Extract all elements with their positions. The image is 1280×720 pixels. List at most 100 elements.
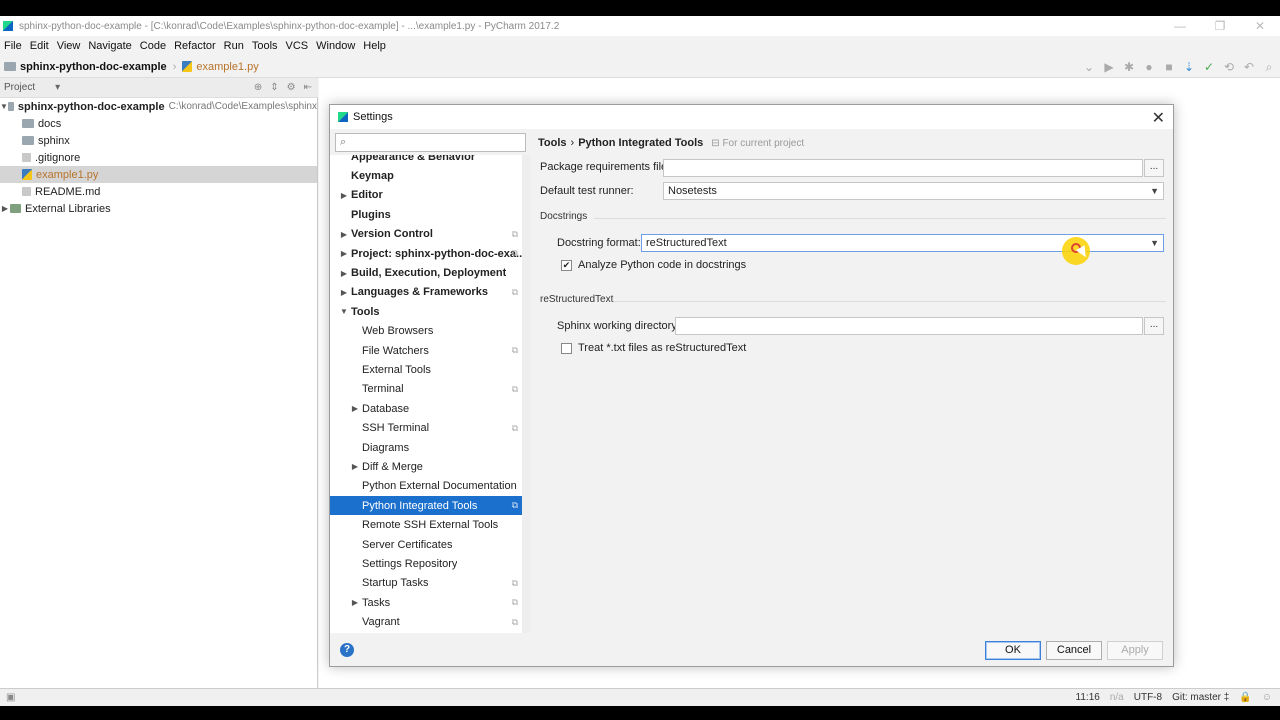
settings-tree-item[interactable]: ▶ Version Control ⧉	[330, 225, 530, 244]
treat-txt-checkbox[interactable]: Treat *.txt files as reStructuredText	[561, 342, 746, 354]
sphinx-dir-browse-button[interactable]: ...	[1144, 317, 1164, 335]
menu-run[interactable]: Run	[222, 40, 250, 52]
settings-tree-item[interactable]: Web Browsers	[330, 322, 530, 341]
chevron-down-icon[interactable]: ▾	[55, 82, 60, 93]
chevron-down-icon[interactable]: ▼	[337, 307, 351, 316]
close-icon[interactable]: ✕	[1152, 108, 1165, 128]
test-runner-select[interactable]: Nosetests ▼	[663, 182, 1164, 200]
menu-vcs[interactable]: VCS	[284, 40, 315, 52]
apply-button[interactable]: Apply	[1107, 641, 1163, 660]
settings-tree-item[interactable]: Startup Tasks ⧉	[330, 574, 530, 593]
settings-tree-item[interactable]: ▶ Editor	[330, 186, 530, 205]
analyze-docstrings-checkbox[interactable]: ✔ Analyze Python code in docstrings	[561, 259, 746, 271]
locate-icon[interactable]: ⊕	[254, 82, 262, 93]
settings-tree-item[interactable]: ▼ Tools	[330, 302, 530, 321]
project-panel-title[interactable]: Project	[4, 82, 35, 93]
settings-tree-item[interactable]: ▶ Diff & Merge	[330, 457, 530, 476]
vcs-history-icon[interactable]: ⟲	[1222, 60, 1236, 74]
vcs-commit-icon[interactable]: ✓	[1202, 60, 1216, 74]
settings-tree-item[interactable]: Plugins	[330, 205, 530, 224]
settings-tree-item[interactable]: ▶ Project: sphinx-python-doc-exa... ⧉	[330, 244, 530, 263]
settings-tree-item-label: Vagrant	[362, 616, 400, 629]
chevron-right-icon[interactable]: ▶	[337, 269, 351, 278]
settings-tree-item[interactable]: External Tools	[330, 360, 530, 379]
menu-edit[interactable]: Edit	[28, 40, 55, 52]
tool-windows-icon[interactable]: ▣	[6, 692, 15, 703]
nav-project[interactable]: sphinx-python-doc-example	[0, 61, 171, 73]
chevron-right-icon[interactable]: ▶	[348, 462, 362, 471]
maximize-button[interactable]: ❐	[1200, 16, 1240, 36]
search-everywhere-icon[interactable]: ⌕	[1262, 60, 1276, 74]
line-separator[interactable]: n/a	[1110, 692, 1124, 703]
menu-refactor[interactable]: Refactor	[172, 40, 222, 52]
settings-tree-item[interactable]: ▶ Database	[330, 399, 530, 418]
settings-tree-scrollbar[interactable]	[522, 155, 531, 633]
settings-tree-item[interactable]: ▶ Languages & Frameworks ⧉	[330, 283, 530, 302]
menu-tools[interactable]: Tools	[250, 40, 284, 52]
minimize-button[interactable]: —	[1160, 16, 1200, 36]
nav-file[interactable]: example1.py	[178, 61, 262, 73]
lock-icon[interactable]: 🔒	[1239, 692, 1251, 703]
project-scope-icon: ⊟	[711, 137, 720, 149]
run-config-dropdown-icon[interactable]: ⌄	[1082, 60, 1096, 74]
settings-tree-item[interactable]: ▶ Build, Execution, Deployment	[330, 263, 530, 282]
git-branch[interactable]: Git: master ‡	[1172, 692, 1229, 703]
ok-button[interactable]: OK	[985, 641, 1041, 660]
hide-icon[interactable]: ⇤	[304, 82, 312, 93]
settings-tree-item[interactable]: Python External Documentation	[330, 477, 530, 496]
file-encoding[interactable]: UTF-8	[1134, 692, 1162, 703]
debug-icon[interactable]: ✱	[1122, 60, 1136, 74]
tree-item-docs[interactable]: docs	[0, 115, 317, 132]
menu-help[interactable]: Help	[361, 40, 392, 52]
settings-tree-item[interactable]: ▶ Tasks ⧉	[330, 593, 530, 612]
menu-code[interactable]: Code	[138, 40, 172, 52]
settings-tree-item[interactable]: SSH Terminal ⧉	[330, 418, 530, 437]
gear-icon[interactable]: ⚙	[287, 82, 296, 93]
menu-file[interactable]: File	[2, 40, 28, 52]
settings-tree-item-label: Appearance & Behavior	[351, 155, 476, 163]
inspector-icon[interactable]: ☺	[1262, 692, 1272, 703]
settings-tree-item[interactable]: Settings Repository	[330, 554, 530, 573]
package-requirements-browse-button[interactable]: ...	[1144, 159, 1164, 177]
settings-tree-item[interactable]: File Watchers ⧉	[330, 341, 530, 360]
caret-position[interactable]: 11:16	[1076, 692, 1100, 703]
tree-item-example1[interactable]: example1.py	[0, 166, 317, 183]
settings-tree-item[interactable]: Terminal ⧉	[330, 380, 530, 399]
chevron-right-icon[interactable]: ▶	[337, 288, 351, 297]
chevron-right-icon[interactable]: ▶	[0, 204, 10, 213]
vcs-update-icon[interactable]: ⇣	[1182, 60, 1196, 74]
chevron-right-icon[interactable]: ▶	[337, 230, 351, 239]
chevron-right-icon[interactable]: ▶	[337, 191, 351, 200]
settings-tree-item[interactable]: Remote SSH External Tools	[330, 515, 530, 534]
menu-window[interactable]: Window	[314, 40, 361, 52]
tree-item-gitignore[interactable]: .gitignore	[0, 149, 317, 166]
collapse-icon[interactable]: ⇕	[270, 82, 278, 93]
run-icon[interactable]: ▶	[1102, 60, 1116, 74]
coverage-icon[interactable]: ●	[1142, 60, 1156, 74]
chevron-down-icon[interactable]: ▼	[0, 102, 8, 111]
settings-tree-item[interactable]: Python Integrated Tools ⧉	[330, 496, 530, 516]
settings-tree-item[interactable]: Diagrams	[330, 438, 530, 457]
sphinx-dir-input[interactable]	[675, 317, 1143, 335]
pycharm-icon	[3, 21, 13, 31]
settings-tree-item[interactable]: Vagrant ⧉	[330, 612, 530, 631]
package-requirements-input[interactable]	[663, 159, 1143, 177]
chevron-right-icon[interactable]: ▶	[348, 598, 362, 607]
chevron-right-icon[interactable]: ▶	[337, 249, 351, 258]
settings-tree-item[interactable]: Server Certificates	[330, 535, 530, 554]
settings-tree-item[interactable]: Appearance & Behavior	[330, 155, 530, 166]
menu-view[interactable]: View	[55, 40, 87, 52]
tree-item-readme[interactable]: README.md	[0, 183, 317, 200]
help-icon[interactable]: ?	[340, 643, 354, 657]
chevron-right-icon[interactable]: ▶	[348, 404, 362, 413]
close-window-button[interactable]: ✕	[1240, 16, 1280, 36]
revert-icon[interactable]: ↶	[1242, 60, 1256, 74]
tree-item-sphinx[interactable]: sphinx	[0, 132, 317, 149]
stop-icon[interactable]: ■	[1162, 60, 1176, 74]
settings-search-input[interactable]: ⌕	[335, 133, 526, 152]
cancel-button[interactable]: Cancel	[1046, 641, 1102, 660]
tree-item-external-libs[interactable]: ▶ External Libraries	[0, 200, 317, 217]
settings-tree-item[interactable]: Keymap	[330, 166, 530, 185]
tree-item-root[interactable]: ▼ sphinx-python-doc-example C:\konrad\Co…	[0, 98, 317, 115]
menu-navigate[interactable]: Navigate	[86, 40, 137, 52]
